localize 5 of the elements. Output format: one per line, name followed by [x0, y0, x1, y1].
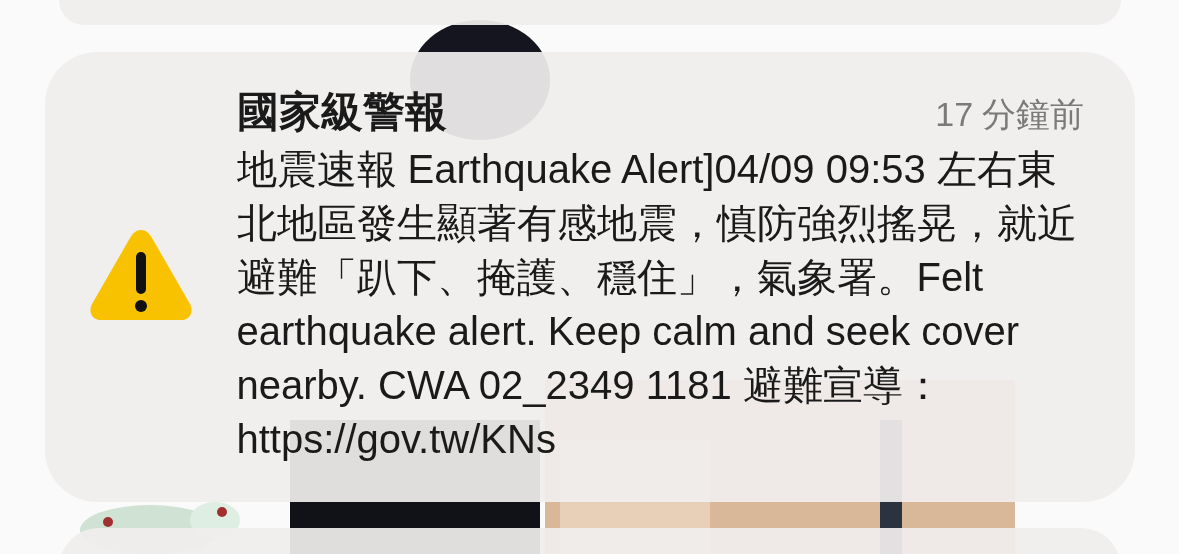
notification-card[interactable]: 國家級警報 17 分鐘前 地震速報 Earthquake Alert]04/09 09:53 左右東北地區發生顯著有感地震，慎防強烈搖晃，就近避難「趴下、掩護、穩住」，氣象署。Felt earthquake alert. Keep calm and seek cover nearby. CWA 02_2349 1181 避難宣導：https://gov.tw/KNs — [44, 52, 1135, 502]
alert-title: 國家級警報 — [236, 87, 447, 137]
alert-message: 地震速報 Earthquake Alert]04/09 09:53 左右東北地區發生顯著有感地震，慎防強烈搖晃，就近避難「趴下、掩護、穩住」，氣象署。Felt earthquake alert. Keep calm and seek cover nearby. CWA 02_2349 1181 避難宣導：https://gov.tw/KNs — [236, 146, 1078, 463]
notification-card[interactable] — [58, 0, 1121, 25]
timestamp: 17 分鐘前 — [935, 94, 1085, 135]
